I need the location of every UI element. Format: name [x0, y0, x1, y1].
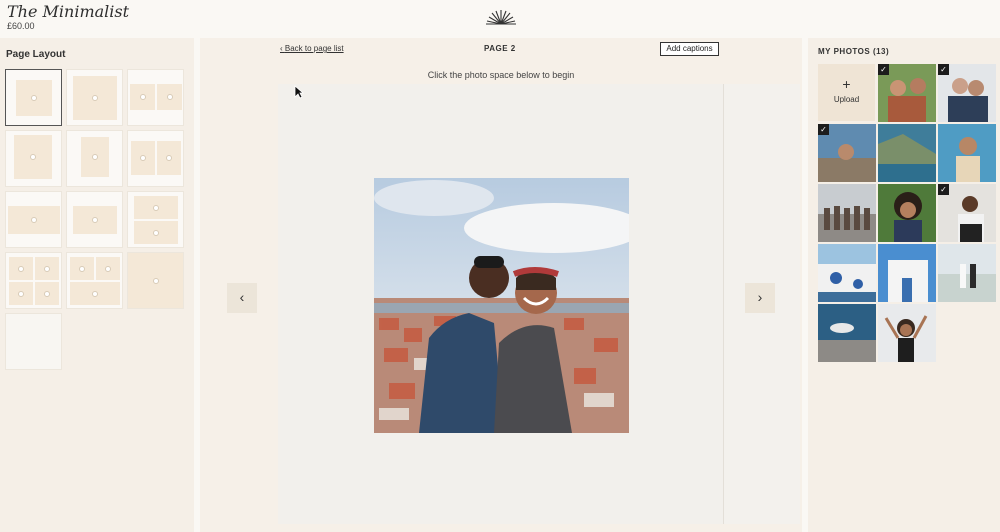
boat-photo [818, 304, 876, 362]
layout-option-8[interactable] [66, 191, 123, 248]
slot-dot-icon [166, 155, 172, 161]
layout-option-2[interactable] [66, 69, 123, 126]
photo-thumb-7[interactable] [878, 184, 936, 242]
check-icon: ✓ [818, 124, 829, 135]
coastline-photo [878, 124, 936, 182]
layout-option-1[interactable] [5, 69, 62, 126]
santorini-photo [818, 244, 876, 302]
page-title: PAGE 2 [484, 44, 516, 53]
photo-thumb-13[interactable] [878, 304, 936, 362]
photo-thumb-5[interactable] [938, 124, 996, 182]
slot-dot-icon [153, 229, 159, 236]
layout-option-5[interactable] [66, 130, 123, 187]
slot-dot-icon [105, 265, 111, 272]
photo-thumb-4[interactable] [878, 124, 936, 182]
chevron-right-icon: › [757, 289, 763, 305]
photo-thumb-1[interactable]: ✓ [878, 64, 936, 122]
photo-thumb-3[interactable]: ✓ [818, 124, 876, 182]
layout-option-blank[interactable] [5, 313, 62, 370]
layout-option-7[interactable] [5, 191, 62, 248]
back-link-label: Back to page list [284, 44, 344, 53]
product-price: £60.00 [7, 21, 35, 31]
photo-thumb-6[interactable] [818, 184, 876, 242]
photo-slot[interactable] [374, 178, 629, 433]
add-captions-button[interactable]: Add captions [660, 42, 719, 56]
photo-thumb-12[interactable] [818, 304, 876, 362]
slot-dot-icon [139, 94, 146, 100]
slot-dot-icon [92, 290, 98, 297]
layout-option-11[interactable] [66, 252, 123, 309]
logo[interactable] [484, 8, 518, 26]
photo-thumb-11[interactable] [938, 244, 996, 302]
dancing-woman-photo [878, 304, 936, 362]
white-house-photo [878, 244, 936, 302]
layout-option-6[interactable] [127, 130, 184, 187]
upload-label: Upload [833, 95, 860, 104]
editor-panel: ‹ Back to page list PAGE 2 Add captions … [200, 38, 802, 532]
instruction-text: Click the photo space below to begin [427, 70, 575, 80]
photo-thumb-2[interactable]: ✓ [938, 64, 996, 122]
check-icon: ✓ [938, 184, 949, 195]
slot-dot-icon [30, 154, 36, 160]
wedding-beach-photo [938, 244, 996, 302]
slot-dot-icon [166, 94, 173, 100]
slot-dot-icon [92, 95, 98, 101]
layout-option-10[interactable] [5, 252, 62, 309]
previous-page-button[interactable]: ‹ [227, 283, 257, 313]
next-page-button[interactable]: › [745, 283, 775, 313]
curly-hair-photo [878, 184, 936, 242]
plus-icon: + [842, 76, 851, 92]
photo-thumb-9[interactable] [818, 244, 876, 302]
slot-dot-icon [152, 277, 159, 284]
slot-dot-icon [92, 154, 98, 160]
top-bar: The Minimalist £60.00 [0, 0, 1000, 38]
layout-option-4[interactable] [5, 130, 62, 187]
my-photos-panel: MY PHOTOS (13) + Upload ✓ ✓ ✓ ✓ [808, 38, 1000, 532]
mouse-cursor-icon [294, 85, 304, 99]
slot-dot-icon [18, 265, 24, 272]
product-title: The Minimalist [7, 2, 130, 21]
slot-dot-icon [31, 95, 37, 101]
layout-option-12[interactable] [127, 252, 184, 309]
check-icon: ✓ [938, 64, 949, 75]
slot-dot-icon [44, 290, 50, 297]
upload-button[interactable]: + Upload [818, 64, 875, 121]
slot-dot-icon [18, 290, 24, 297]
slot-dot-icon [31, 217, 37, 223]
photo-thumb-10[interactable] [878, 244, 936, 302]
woman-portrait-photo [938, 124, 996, 182]
slot-dot-icon [140, 155, 146, 161]
group-photo [818, 184, 876, 242]
layout-option-9[interactable] [127, 191, 184, 248]
chevron-left-icon: ‹ [239, 289, 245, 305]
check-icon: ✓ [878, 64, 889, 75]
slot-dot-icon [79, 265, 85, 272]
slot-dot-icon [92, 217, 98, 223]
layout-option-3[interactable] [127, 69, 184, 126]
back-to-page-list-link[interactable]: ‹ Back to page list [280, 44, 344, 53]
page-layout-panel: Page Layout [0, 38, 194, 532]
couple-photo [374, 178, 629, 433]
photo-thumb-8[interactable]: ✓ [938, 184, 996, 242]
slot-dot-icon [153, 204, 159, 211]
my-photos-heading: MY PHOTOS (13) [818, 47, 890, 56]
page-layout-heading: Page Layout [6, 49, 66, 60]
slot-dot-icon [44, 265, 50, 272]
